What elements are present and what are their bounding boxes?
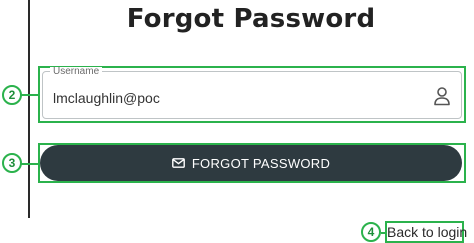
username-input-value[interactable]: lmclaughlin@poc — [53, 90, 160, 106]
forgot-password-button[interactable]: FORGOT PASSWORD — [40, 145, 462, 181]
username-label: Username — [50, 67, 103, 77]
back-to-login-link[interactable]: Back to login — [387, 224, 467, 240]
mail-icon — [171, 158, 185, 168]
user-icon — [433, 86, 451, 106]
forgot-password-label: FORGOT PASSWORD — [191, 155, 331, 171]
page-title: Forgot Password — [126, 4, 376, 34]
annotation-connector-3 — [20, 163, 38, 165]
annotation-marker-2: 2 — [2, 85, 22, 105]
annotation-marker-4: 4 — [361, 222, 381, 242]
annotation-marker-3: 3 — [2, 153, 22, 173]
annotation-connector-2 — [20, 94, 38, 96]
